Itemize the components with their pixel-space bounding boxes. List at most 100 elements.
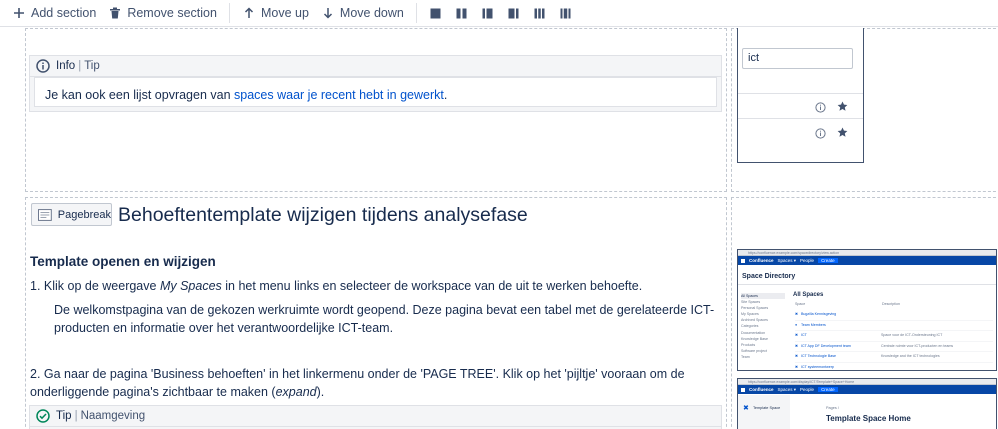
space-desc: Space voor de ICT-Ondersteuning ICT — [881, 333, 943, 338]
space-desc: Knowledge and the ICT technologies — [881, 354, 940, 359]
step-1-note: De welkomstpagina van de gekozen werkrui… — [54, 303, 715, 335]
toolbar-divider — [415, 3, 417, 23]
add-section-button[interactable]: Add section — [6, 2, 102, 24]
nav-people: People — [800, 387, 815, 392]
space-icon: ✖ — [743, 405, 749, 412]
template-space-label: Template Space — [753, 406, 781, 410]
move-up-button[interactable]: Move up — [236, 2, 315, 24]
nav-spaces: Spaces ▾ — [777, 257, 797, 263]
space-directory-title: Space Directory — [742, 273, 796, 280]
table-row: ✖ Bugzilla Kennisgeving — [795, 310, 993, 321]
nav-create: Create — [818, 387, 838, 392]
info-macro[interactable]: Info | Tip Je kan ook een lijst opvragen… — [29, 55, 722, 112]
layout-single-column-button[interactable] — [423, 2, 449, 24]
arrow-down-icon — [321, 6, 335, 20]
breadcrumb: Pages / — [826, 406, 839, 410]
space-search-screenshot: ict — [737, 28, 864, 163]
pagebreak-macro[interactable]: Pagebreak — [31, 203, 112, 226]
layout-three-column-button[interactable] — [527, 2, 553, 24]
step-2-before: 2. Ga naar de pagina 'Business behoeften… — [30, 367, 685, 399]
confluence-brand: Confluence — [749, 387, 774, 392]
layout-right-sidebar-icon — [508, 8, 519, 18]
table-row: ✖ ICT App DF Development team Centrale rui… — [795, 342, 993, 353]
check-circle-icon — [36, 409, 50, 423]
layout-single-icon — [430, 8, 441, 18]
recent-spaces-link[interactable]: spaces waar je recent hebt in gewerkt — [234, 88, 444, 102]
plus-icon — [12, 6, 26, 20]
thumb-result-row — [738, 93, 863, 94]
toolbar-divider — [228, 3, 230, 23]
sidebar-item: Team — [741, 354, 750, 359]
info-circle-icon — [815, 101, 826, 113]
space-name: Team Members — [801, 322, 826, 327]
space-name: Bugzilla Kennisgeving — [801, 312, 837, 316]
info-macro-subtitle: Tip — [84, 60, 100, 72]
space-rows: ✖ Bugzilla Kennisgeving ● Team Members ✖ IC… — [795, 310, 993, 370]
star-icon — [837, 126, 848, 137]
info-circle-icon — [815, 127, 826, 139]
space-desc: Centrale ruimte voor ICT-producten en te… — [881, 343, 954, 348]
trash-icon — [108, 6, 122, 20]
step-1-text: 1. Klik op de weergave My Spaces in het … — [30, 277, 720, 295]
pagebreak-label: Pagebreak — [57, 208, 111, 221]
info-macro-title: Info — [56, 60, 76, 72]
nav-create: Create — [818, 258, 838, 263]
info-circle-icon — [36, 59, 50, 73]
tip-macro-title: Tip — [56, 410, 72, 422]
remove-section-button[interactable]: Remove section — [102, 2, 223, 24]
macro-title-separator: | — [74, 410, 78, 422]
table-row: ● Team Members — [795, 321, 993, 332]
space-directory-divider — [738, 284, 996, 285]
tip-macro-header: Tip | Naamgeving — [30, 406, 721, 427]
space-name: ICT systeemontwerp — [801, 364, 834, 369]
section-subheading: Template openen en wijzigen — [30, 254, 216, 269]
step-2-emphasis: expand — [275, 385, 317, 399]
thumb-result-row — [738, 118, 863, 119]
info-macro-body: Je kan ook een lijst opvragen van spaces… — [34, 77, 717, 107]
tip-macro[interactable]: Tip | Naamgeving — [29, 405, 722, 429]
layout-left-sidebar-icon — [482, 8, 493, 18]
confluence-nav: Confluence Spaces ▾ People Create — [738, 385, 996, 394]
step-1-after: in het menu links en selecteer de worksp… — [221, 279, 643, 293]
macro-title-separator: | — [78, 60, 82, 72]
layout-three-column-icon — [534, 8, 545, 18]
app-grid-icon — [741, 258, 745, 263]
table-row: ✖ ICT systeemontwerp — [795, 363, 993, 370]
space-name: ICT — [801, 333, 807, 338]
layout-two-right-sidebar-button[interactable] — [501, 2, 527, 24]
move-down-label: Move down — [339, 6, 404, 20]
info-text-after: . — [443, 88, 448, 102]
template-space-screenshot: https://confluence.example.com/display/I… — [737, 378, 997, 429]
tip-macro-subtitle: Naamgeving — [80, 410, 146, 422]
confluence-brand: Confluence — [749, 258, 774, 263]
section-toolbar: Add section Remove section Move up Move … — [0, 0, 998, 27]
nav-people: People — [800, 258, 815, 263]
arrow-up-icon — [242, 6, 256, 20]
col-header-space: Space — [795, 302, 806, 306]
move-down-button[interactable]: Move down — [315, 2, 410, 24]
table-row: ✖ ICT Space voor de ICT-Ondersteuning ICT — [795, 331, 993, 342]
step-1-before: 1. Klik op de weergave — [30, 279, 160, 293]
step-2-text: 2. Ga naar de pagina 'Business behoeften… — [30, 365, 725, 401]
layout-three-sidebars-button[interactable] — [553, 2, 579, 24]
space-name: ICT Technologie Base — [801, 354, 837, 359]
space-name: ICT App DF Development team — [801, 343, 851, 348]
info-text-before: Je kan ook een lijst opvragen van — [45, 88, 235, 102]
page-icon — [38, 208, 52, 221]
layout-two-equal-icon — [456, 8, 467, 18]
info-macro-header: Info | Tip — [30, 56, 721, 77]
layout-two-equal-button[interactable] — [449, 2, 475, 24]
space-directory-sidebar: All Spaces Site Spaces Personal Spaces M… — [741, 293, 785, 360]
step-1-emphasis: My Spaces — [159, 279, 222, 293]
all-spaces-title: All Spaces — [793, 292, 824, 298]
remove-section-label: Remove section — [127, 6, 217, 20]
template-space-title: Template Space Home — [826, 414, 911, 423]
col-header-description: Description — [882, 302, 900, 306]
table-row: ✖ ICT Technologie Base Knowledge and the I… — [795, 352, 993, 363]
thumb-search-field: ict — [742, 48, 853, 69]
layout-three-sidebars-icon — [560, 8, 571, 18]
layout-two-left-sidebar-button[interactable] — [475, 2, 501, 24]
move-up-label: Move up — [260, 6, 309, 20]
template-space-sidebar — [738, 395, 790, 429]
app-grid-icon — [741, 387, 745, 392]
